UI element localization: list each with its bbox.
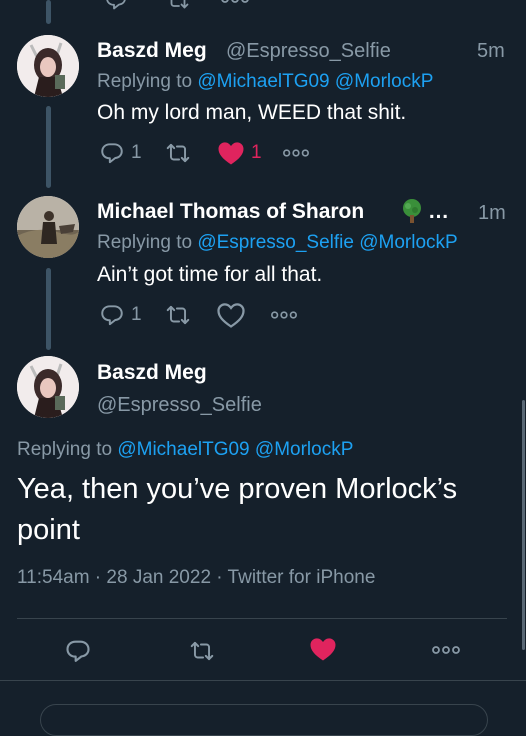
divider bbox=[0, 680, 526, 681]
mention-link[interactable]: @MorlockP bbox=[359, 232, 457, 253]
like-icon[interactable] bbox=[216, 300, 246, 330]
more-icon[interactable] bbox=[270, 310, 298, 320]
scrollbar[interactable] bbox=[522, 400, 525, 650]
avatar[interactable] bbox=[17, 356, 79, 418]
replying-to: Replying to @MichaelTG09 @MorlockP bbox=[17, 439, 353, 461]
more-icon[interactable] bbox=[220, 0, 250, 4]
avatar[interactable] bbox=[17, 35, 79, 97]
reply-count: 1 bbox=[131, 304, 142, 325]
mention-link[interactable]: @MichaelTG09 bbox=[197, 71, 329, 92]
author-handle[interactable]: @Espresso_Selfie bbox=[226, 40, 391, 63]
replying-to: Replying to @MichaelTG09 @MorlockP bbox=[97, 71, 433, 93]
replying-prefix: Replying to bbox=[97, 232, 193, 253]
tweet-text-line: Yea, then you’ve proven Morlock’s bbox=[17, 473, 458, 505]
replying-to: Replying to @Espresso_Selfie @MorlockP bbox=[97, 232, 458, 254]
more-icon[interactable] bbox=[282, 148, 310, 158]
retweet-icon[interactable] bbox=[162, 302, 194, 328]
reply-count: 1 bbox=[131, 142, 142, 163]
mention-link[interactable]: @Espresso_Selfie bbox=[197, 232, 354, 253]
reply-icon[interactable] bbox=[102, 0, 130, 12]
author-name[interactable]: Michael Thomas of Sharon bbox=[97, 200, 364, 224]
author-name[interactable]: Baszd Meg bbox=[97, 39, 207, 63]
like-count: 1 bbox=[251, 142, 262, 163]
more-icon[interactable] bbox=[431, 645, 461, 655]
tweet-text: Oh my lord man, WEED that shit. bbox=[97, 101, 407, 124]
divider bbox=[17, 618, 507, 619]
tweet-text: Yea, then you’ve proven Morlock’s point bbox=[17, 469, 457, 551]
tree-emoji-icon bbox=[399, 198, 425, 229]
timestamp[interactable]: 1m bbox=[478, 202, 506, 225]
reply-icon[interactable] bbox=[98, 140, 126, 166]
reply-compose-bar[interactable] bbox=[40, 704, 488, 736]
avatar[interactable] bbox=[17, 196, 79, 258]
like-icon[interactable] bbox=[308, 634, 338, 664]
like-icon[interactable] bbox=[216, 138, 246, 168]
thread-line-top bbox=[46, 0, 51, 24]
thread-line bbox=[46, 106, 51, 188]
replying-prefix: Replying to bbox=[17, 439, 113, 460]
replying-prefix: Replying to bbox=[97, 71, 193, 92]
mention-link[interactable]: @MorlockP bbox=[255, 439, 353, 460]
name-ellipsis: … bbox=[428, 200, 449, 223]
author-name[interactable]: Baszd Meg bbox=[97, 361, 207, 385]
thread-line bbox=[46, 268, 51, 350]
mention-link[interactable]: @MichaelTG09 bbox=[117, 439, 249, 460]
mention-link[interactable]: @MorlockP bbox=[335, 71, 433, 92]
reply-icon[interactable] bbox=[64, 637, 92, 665]
author-handle[interactable]: @Espresso_Selfie bbox=[97, 394, 262, 417]
timestamp[interactable]: 5m bbox=[477, 40, 505, 63]
tweet-meta: 11:54am · 28 Jan 2022 · Twitter for iPho… bbox=[17, 567, 376, 588]
retweet-icon[interactable] bbox=[163, 0, 193, 12]
reply-icon[interactable] bbox=[98, 302, 126, 328]
tweet-text-line: point bbox=[17, 514, 80, 546]
tweet-text: Ain’t got time for all that. bbox=[97, 263, 323, 286]
retweet-icon[interactable] bbox=[162, 140, 194, 166]
retweet-icon[interactable] bbox=[186, 638, 218, 664]
